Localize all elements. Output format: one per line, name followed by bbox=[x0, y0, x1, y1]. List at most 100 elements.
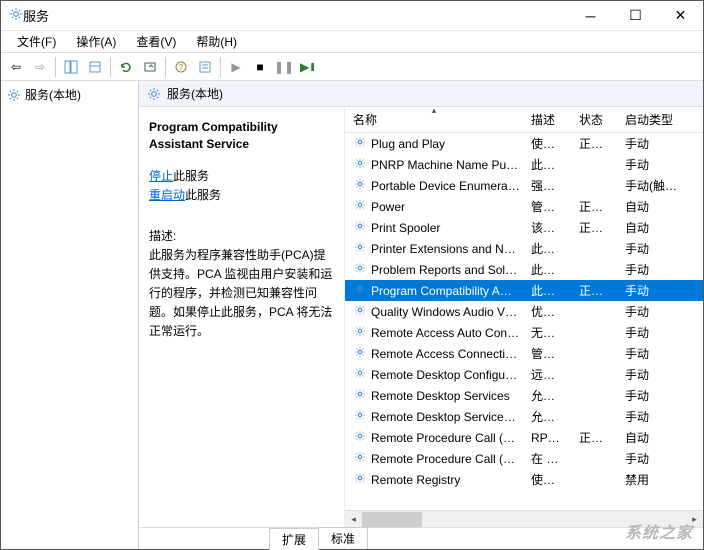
detail-pane: Program Compatibility Assistant Service … bbox=[139, 107, 344, 527]
stop-link[interactable]: 停止 bbox=[149, 169, 173, 183]
horizontal-scrollbar[interactable]: ◂ ▸ bbox=[345, 510, 703, 527]
service-startup: 手动 bbox=[617, 406, 689, 427]
service-title: Program Compatibility Assistant Service bbox=[149, 119, 334, 153]
service-name: Remote Access Connecti… bbox=[371, 347, 517, 361]
table-row[interactable]: Remote Desktop Services允许…手动 bbox=[345, 385, 703, 406]
service-icon bbox=[353, 198, 367, 215]
service-desc: 此服… bbox=[523, 154, 571, 175]
table-row[interactable]: Remote Procedure Call (…RPC…正在…自动 bbox=[345, 427, 703, 448]
export-list-button[interactable] bbox=[84, 56, 106, 78]
table-row[interactable]: Print Spooler该服…正在…自动 bbox=[345, 217, 703, 238]
restart-link[interactable]: 重启动 bbox=[149, 188, 185, 202]
service-name: Problem Reports and Sol… bbox=[371, 263, 517, 277]
service-status bbox=[571, 268, 617, 272]
svg-text:?: ? bbox=[179, 63, 184, 72]
maximize-button[interactable]: ☐ bbox=[613, 1, 658, 31]
service-icon bbox=[353, 366, 367, 383]
service-status bbox=[571, 310, 617, 314]
col-status[interactable]: 状态 bbox=[571, 107, 617, 132]
menu-view[interactable]: 查看(V) bbox=[128, 31, 184, 52]
tab-standard[interactable]: 标准 bbox=[318, 527, 368, 549]
menu-action[interactable]: 操作(A) bbox=[68, 31, 124, 52]
table-row[interactable]: Remote Access Auto Con…无论…手动 bbox=[345, 322, 703, 343]
service-list: 名称▴ 描述 状态 启动类型 Plug and Play使计…正在…手动 PNRP… bbox=[344, 107, 703, 527]
toolbar: ⇦ ⇨ ? ▶ ■ ❚❚ ▶❚ bbox=[1, 53, 703, 81]
scroll-right-button[interactable]: ▸ bbox=[686, 511, 703, 528]
service-desc: 管理… bbox=[523, 343, 571, 364]
tree-root-label: 服务(本地) bbox=[25, 86, 81, 103]
table-row[interactable]: Quality Windows Audio V…优质…手动 bbox=[345, 301, 703, 322]
pause-service-button[interactable]: ❚❚ bbox=[273, 56, 295, 78]
start-service-button[interactable]: ▶ bbox=[225, 56, 247, 78]
service-desc: 此服… bbox=[523, 259, 571, 280]
table-row[interactable]: Printer Extensions and N…此服…手动 bbox=[345, 238, 703, 259]
scroll-thumb[interactable] bbox=[362, 512, 422, 527]
table-row[interactable]: Remote Procedure Call (…在 W…手动 bbox=[345, 448, 703, 469]
service-startup: 手动 bbox=[617, 364, 689, 385]
table-row[interactable]: Remote Registry使远…禁用 bbox=[345, 469, 703, 490]
col-desc[interactable]: 描述 bbox=[523, 107, 571, 132]
table-row[interactable]: Remote Access Connecti…管理…手动 bbox=[345, 343, 703, 364]
service-icon bbox=[353, 303, 367, 320]
export-button[interactable] bbox=[139, 56, 161, 78]
service-desc: 优质… bbox=[523, 301, 571, 322]
service-desc: 此服… bbox=[523, 280, 571, 301]
service-desc: 管理… bbox=[523, 196, 571, 217]
properties-button[interactable] bbox=[194, 56, 216, 78]
service-startup: 手动 bbox=[617, 301, 689, 322]
service-status bbox=[571, 184, 617, 188]
service-icon bbox=[353, 345, 367, 362]
restart-suffix: 此服务 bbox=[185, 188, 221, 202]
service-name: Program Compatibility A… bbox=[371, 284, 512, 298]
table-row[interactable]: Portable Device Enumera…强制…手动(触发… bbox=[345, 175, 703, 196]
service-startup: 自动 bbox=[617, 427, 689, 448]
help-button[interactable]: ? bbox=[170, 56, 192, 78]
table-row[interactable]: Program Compatibility A…此服…正在…手动 bbox=[345, 280, 703, 301]
tab-extended[interactable]: 扩展 bbox=[269, 528, 319, 550]
service-status: 正在… bbox=[571, 280, 617, 301]
service-icon bbox=[353, 240, 367, 257]
service-name: Printer Extensions and N… bbox=[371, 242, 516, 256]
service-icon bbox=[353, 471, 367, 488]
service-name: Remote Registry bbox=[371, 473, 460, 487]
service-status bbox=[571, 247, 617, 251]
scroll-left-button[interactable]: ◂ bbox=[345, 511, 362, 528]
col-startup[interactable]: 启动类型 bbox=[617, 107, 689, 132]
table-row[interactable]: PNRP Machine Name Pu…此服…手动 bbox=[345, 154, 703, 175]
service-icon bbox=[353, 324, 367, 341]
service-status: 正在… bbox=[571, 427, 617, 448]
tree-pane: 服务(本地) bbox=[1, 81, 139, 549]
service-desc: 使远… bbox=[523, 469, 571, 490]
service-name: Power bbox=[371, 200, 405, 214]
service-status bbox=[571, 457, 617, 461]
service-status bbox=[571, 163, 617, 167]
table-row[interactable]: Remote Desktop Service…允许…手动 bbox=[345, 406, 703, 427]
table-row[interactable]: Power管理…正在…自动 bbox=[345, 196, 703, 217]
service-startup: 自动 bbox=[617, 217, 689, 238]
back-button[interactable]: ⇦ bbox=[5, 56, 27, 78]
show-hide-tree-button[interactable] bbox=[60, 56, 82, 78]
table-row[interactable]: Remote Desktop Configu…远程…手动 bbox=[345, 364, 703, 385]
restart-service-button[interactable]: ▶❚ bbox=[297, 56, 319, 78]
service-description: 此服务为程序兼容性助手(PCA)提供支持。PCA 监视由用户安装和运行的程序，并… bbox=[149, 246, 334, 342]
service-desc: 此服… bbox=[523, 238, 571, 259]
table-row[interactable]: Problem Reports and Sol…此服…手动 bbox=[345, 259, 703, 280]
table-row[interactable]: Plug and Play使计…正在…手动 bbox=[345, 133, 703, 154]
col-name[interactable]: 名称▴ bbox=[345, 107, 523, 132]
service-name: Remote Procedure Call (… bbox=[371, 452, 515, 466]
menu-help[interactable]: 帮助(H) bbox=[188, 31, 245, 52]
service-icon bbox=[353, 156, 367, 173]
service-status: 正在… bbox=[571, 217, 617, 238]
close-button[interactable]: ✕ bbox=[658, 1, 703, 31]
service-icon bbox=[353, 219, 367, 236]
menu-bar: 文件(F) 操作(A) 查看(V) 帮助(H) bbox=[1, 31, 703, 53]
tree-root-item[interactable]: 服务(本地) bbox=[3, 83, 136, 106]
stop-service-button[interactable]: ■ bbox=[249, 56, 271, 78]
refresh-button[interactable] bbox=[115, 56, 137, 78]
menu-file[interactable]: 文件(F) bbox=[9, 31, 64, 52]
forward-button[interactable]: ⇨ bbox=[29, 56, 51, 78]
minimize-button[interactable]: ─ bbox=[568, 1, 613, 31]
service-status bbox=[571, 415, 617, 419]
service-name: PNRP Machine Name Pu… bbox=[371, 158, 518, 172]
service-desc: 远程… bbox=[523, 364, 571, 385]
